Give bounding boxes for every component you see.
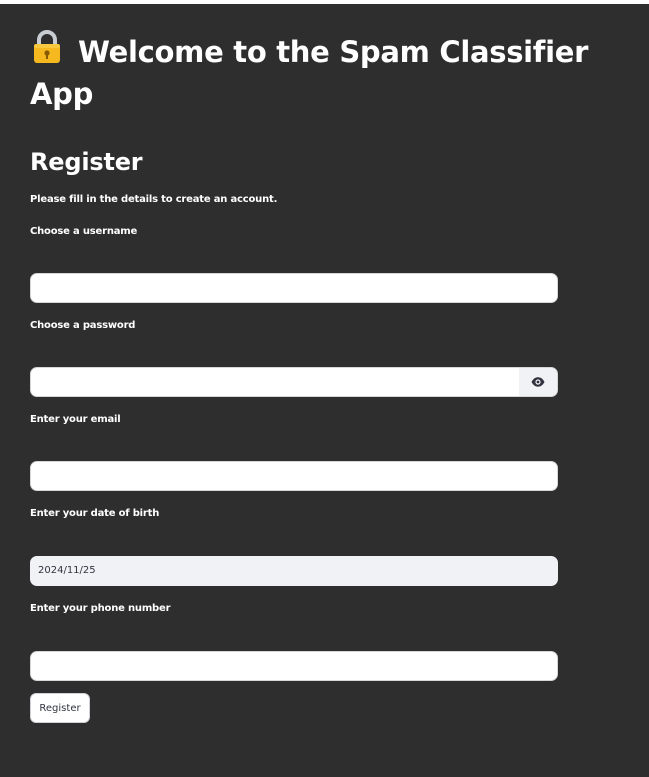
show-password-button[interactable] — [519, 368, 557, 396]
password-input[interactable] — [31, 368, 519, 396]
username-label: Choose a username — [30, 226, 138, 237]
phone-label: Enter your phone number — [30, 603, 171, 614]
username-input[interactable] — [30, 273, 558, 303]
dob-input[interactable]: 2024/11/25 — [30, 556, 558, 586]
page-title-text: Welcome to the Spam Classifier App — [30, 35, 589, 111]
dob-label: Enter your date of birth — [30, 508, 160, 519]
form-heading: Register — [30, 148, 143, 176]
password-label: Choose a password — [30, 320, 136, 331]
phone-input[interactable] — [30, 651, 558, 681]
password-field — [30, 367, 558, 397]
lock-icon — [34, 30, 60, 63]
app-container: Welcome to the Spam Classifier App Regis… — [0, 4, 649, 777]
page-title: Welcome to the Spam Classifier App — [30, 30, 590, 115]
eye-icon — [531, 377, 545, 387]
email-label: Enter your email — [30, 414, 121, 425]
form-intro-text: Please fill in the details to create an … — [30, 194, 278, 205]
email-input[interactable] — [30, 461, 558, 491]
register-button[interactable]: Register — [30, 693, 90, 723]
